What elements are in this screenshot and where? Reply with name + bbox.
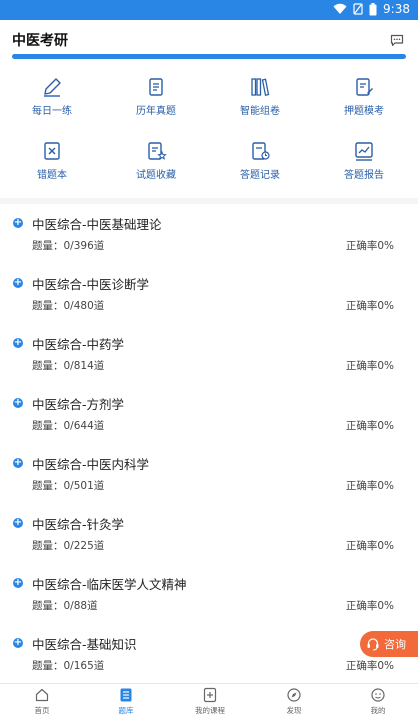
list-item[interactable]: + 中医综合-方剂学 题量：0/644道 正确率0% — [0, 384, 418, 444]
plus-circle-icon: + — [13, 397, 23, 408]
page-title: 中医考研 — [12, 33, 68, 49]
list-item[interactable]: + 中医综合-针灸学 题量：0/225道 正确率0% — [0, 504, 418, 564]
tab-discover[interactable]: 发现 — [252, 687, 336, 720]
list-item[interactable]: + 中医综合-中药学 题量：0/814道 正确率0% — [0, 324, 418, 384]
grid-item-mock-exam[interactable]: 押题模考 — [312, 70, 416, 128]
grid-item-smart-exam[interactable]: 智能组卷 — [208, 70, 312, 128]
list-item[interactable]: + 中医综合-临床医学人文精神 题量：0/88道 正确率0% — [0, 564, 418, 624]
list-item-title: 中医综合-中医诊断学 — [32, 277, 150, 292]
list-item-title: 中医综合-基础知识 — [32, 637, 137, 652]
list-item[interactable]: + 中医综合-中医诊断学 题量：0/480道 正确率0% — [0, 264, 418, 324]
chat-icon — [390, 34, 404, 47]
list-item-title: 中医综合-中医基础理论 — [32, 217, 162, 232]
list-item-title: 中医综合-针灸学 — [32, 517, 125, 532]
compass-icon — [287, 688, 301, 702]
grid-item-label: 押题模考 — [344, 106, 384, 117]
list-item-count: 题量：0/644道 — [32, 420, 105, 432]
list-item-count: 题量：0/814道 — [32, 360, 105, 372]
list-item-rate: 正确率0% — [345, 540, 394, 552]
chart-icon — [355, 142, 373, 161]
grid-item-label: 历年真题 — [136, 106, 176, 117]
grid-item-label: 答题记录 — [240, 170, 280, 181]
list-item-count: 题量：0/480道 — [32, 300, 105, 312]
list-item[interactable]: + 中医综合-中医内科学 题量：0/501道 正确率0% — [0, 444, 418, 504]
grid-item-answer-records[interactable]: 答题记录 — [208, 134, 312, 192]
clock-doc-icon — [252, 142, 270, 160]
feature-grid: 每日一练 历年真题 智能组卷 押题模考 错题本 试题收藏 答题记录 答题报告 — [0, 70, 418, 194]
plus-circle-icon: + — [13, 457, 23, 468]
list-item-rate: 正确率0% — [345, 240, 394, 252]
grid-item-label: 试题收藏 — [136, 170, 176, 181]
list-item-title: 中医综合-方剂学 — [32, 397, 125, 412]
tab-label: 首页 — [34, 706, 50, 715]
list-item-count: 题量：0/225道 — [32, 540, 105, 552]
sim-icon — [353, 3, 363, 15]
plus-circle-icon: + — [13, 277, 23, 288]
list-item-title: 中医综合-中医内科学 — [32, 457, 150, 472]
grid-item-label: 每日一练 — [32, 106, 72, 117]
list-item-count: 题量：0/165道 — [32, 660, 105, 672]
grid-item-label: 错题本 — [37, 170, 67, 181]
bottom-tab-bar: 首页 题库 我的课程 发现 我的 — [0, 683, 418, 720]
list-item-count: 题量：0/501道 — [32, 480, 105, 492]
grid-item-wrong-questions[interactable]: 错题本 — [0, 134, 104, 192]
headset-icon — [367, 638, 379, 651]
list-item[interactable]: + 中医综合-基础知识 题量：0/165道 正确率0% — [0, 624, 418, 684]
books-icon — [251, 78, 270, 96]
tab-label: 发现 — [286, 706, 302, 715]
list-item-rate: 正确率0% — [345, 360, 394, 372]
list-item-rate: 正确率0% — [345, 600, 394, 612]
plus-circle-icon: + — [13, 337, 23, 348]
tab-question-bank[interactable]: 题库 — [84, 687, 168, 720]
plus-circle-icon: + — [13, 217, 23, 228]
tab-mine[interactable]: 我的 — [336, 687, 418, 720]
scroll-icon — [149, 78, 163, 96]
consult-label: 咨询 — [384, 638, 406, 651]
tab-label: 我的 — [370, 706, 386, 715]
wifi-icon — [333, 3, 347, 14]
grid-item-favorites[interactable]: 试题收藏 — [104, 134, 208, 192]
list-item-title: 中医综合-中药学 — [32, 337, 125, 352]
list-item-rate: 正确率0% — [345, 480, 394, 492]
list-item-count: 题量：0/88道 — [32, 600, 98, 612]
question-bank-icon — [120, 688, 132, 702]
battery-icon — [369, 2, 377, 15]
wrong-box-icon — [44, 142, 60, 160]
list-item-rate: 正确率0% — [345, 660, 394, 672]
note-pen-icon — [356, 78, 373, 96]
header-underline — [12, 54, 406, 59]
smile-icon — [371, 688, 385, 702]
tab-label: 题库 — [118, 706, 134, 715]
course-icon — [203, 687, 217, 703]
consult-button[interactable]: 咨询 — [360, 631, 418, 657]
list-item-rate: 正确率0% — [345, 300, 394, 312]
app-header: 中医考研 — [0, 20, 418, 56]
tab-my-courses[interactable]: 我的课程 — [168, 687, 252, 720]
grid-item-answer-report[interactable]: 答题报告 — [312, 134, 416, 192]
grid-item-label: 智能组卷 — [240, 106, 280, 117]
list-item[interactable]: + 中医综合-中医基础理论 题量：0/396道 正确率0% — [0, 204, 418, 264]
home-icon — [35, 688, 49, 702]
list-item-count: 题量：0/396道 — [32, 240, 105, 252]
plus-circle-icon: + — [13, 637, 23, 648]
grid-item-label: 答题报告 — [344, 170, 384, 181]
list-item-rate: 正确率0% — [345, 420, 394, 432]
plus-circle-icon: + — [13, 517, 23, 528]
plus-circle-icon: + — [13, 577, 23, 588]
pencil-icon — [44, 78, 61, 97]
grid-item-daily-practice[interactable]: 每日一练 — [0, 70, 104, 128]
status-time: 9:38 — [383, 2, 410, 16]
list-item-title: 中医综合-临床医学人文精神 — [32, 577, 187, 592]
star-doc-icon — [148, 142, 167, 160]
status-bar: 9:38 — [0, 0, 418, 20]
tab-label: 我的课程 — [195, 706, 225, 715]
grid-item-past-papers[interactable]: 历年真题 — [104, 70, 208, 128]
tab-home[interactable]: 首页 — [0, 687, 84, 720]
status-icons: 9:38 — [333, 2, 410, 16]
message-button[interactable] — [390, 32, 404, 51]
